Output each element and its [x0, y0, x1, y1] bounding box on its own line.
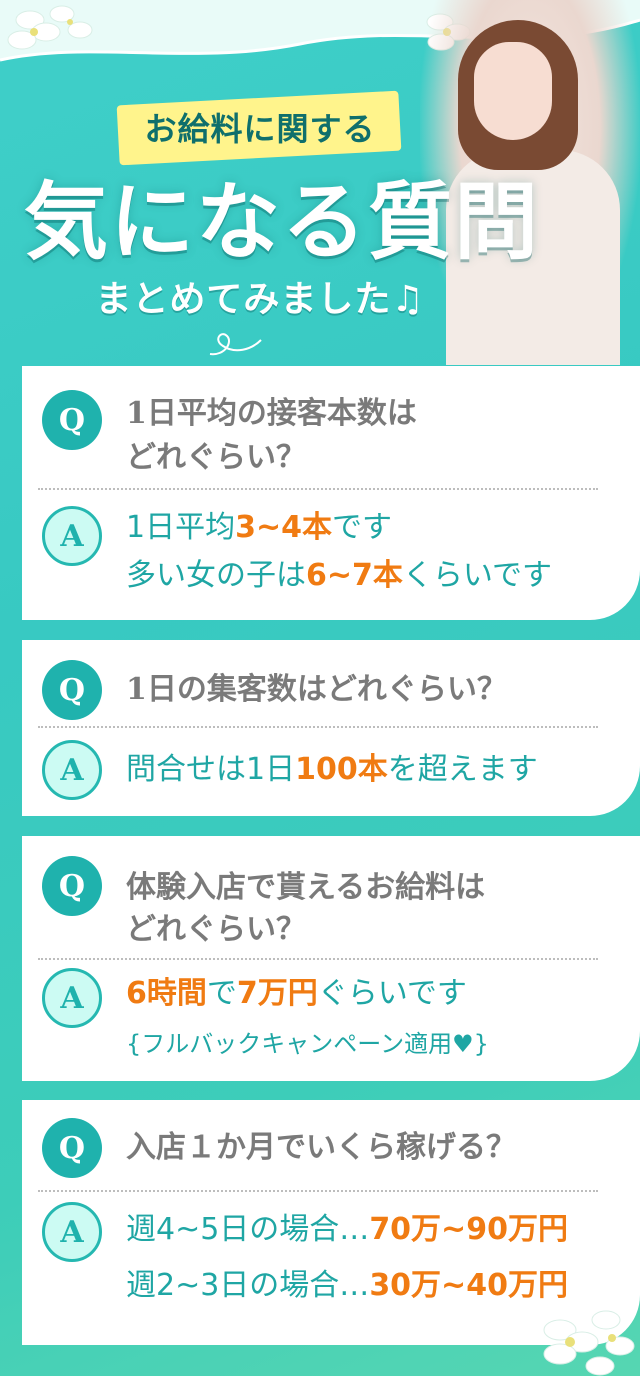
- model-face: [474, 42, 552, 140]
- answer-badge: A: [42, 1202, 102, 1262]
- flower-decoration-icon: [7, 5, 93, 50]
- heart-icon: ♥: [452, 1030, 474, 1058]
- question-badge: Q: [42, 390, 102, 450]
- headline-line3: まとめてみました♫: [95, 278, 425, 320]
- answer-line1: 1日平均3~4本です: [126, 510, 392, 545]
- answer-line2: 多い女の子は6~7本くらいです: [126, 558, 552, 593]
- question-text-line2: どれぐらい？: [126, 912, 306, 947]
- answer-badge: A: [42, 968, 102, 1028]
- headline-line1: お給料に関する: [144, 110, 376, 148]
- swirl-decoration-icon: [209, 333, 262, 356]
- divider: [38, 958, 598, 960]
- answer-line1: 問合せは1日100本を超えます: [126, 752, 538, 787]
- answer-badge: A: [42, 506, 102, 566]
- question-badge: Q: [42, 660, 102, 720]
- faq-card-3: Q 体験入店で貰えるお給料は どれぐらい？ A 6時間で7万円ぐらいです {フル…: [22, 836, 640, 1081]
- headline-main: 気になる質問: [24, 172, 541, 271]
- question-text-line2: どれぐらい？: [126, 440, 306, 475]
- divider: [38, 488, 598, 490]
- question-text-line1: 入店１か月でいくら稼げる？: [126, 1130, 516, 1165]
- faq-card-2: Q 1日の集客数はどれぐらい？ A 問合せは1日100本を超えます: [22, 640, 640, 816]
- answer-line2: 週2~3日の場合…30万~40万円: [126, 1268, 568, 1303]
- answer-line1: 週4~5日の場合…70万~90万円: [126, 1212, 568, 1247]
- answer-line1: 6時間で7万円ぐらいです: [126, 976, 467, 1011]
- question-text-line1: 1日平均の接客本数は: [126, 396, 417, 431]
- divider: [38, 726, 598, 728]
- question-text-line1: 体験入店で貰えるお給料は: [126, 870, 486, 905]
- answer-line2: {フルバックキャンペーン適用♥}: [126, 1030, 489, 1058]
- flower-decoration-icon: [543, 1310, 635, 1376]
- faq-card-1: Q 1日平均の接客本数は どれぐらい？ A 1日平均3~4本です 多い女の子は6…: [22, 366, 640, 620]
- question-text-line1: 1日の集客数はどれぐらい？: [126, 672, 507, 707]
- question-badge: Q: [42, 1118, 102, 1178]
- divider: [38, 1190, 598, 1192]
- answer-badge: A: [42, 740, 102, 800]
- question-badge: Q: [42, 856, 102, 916]
